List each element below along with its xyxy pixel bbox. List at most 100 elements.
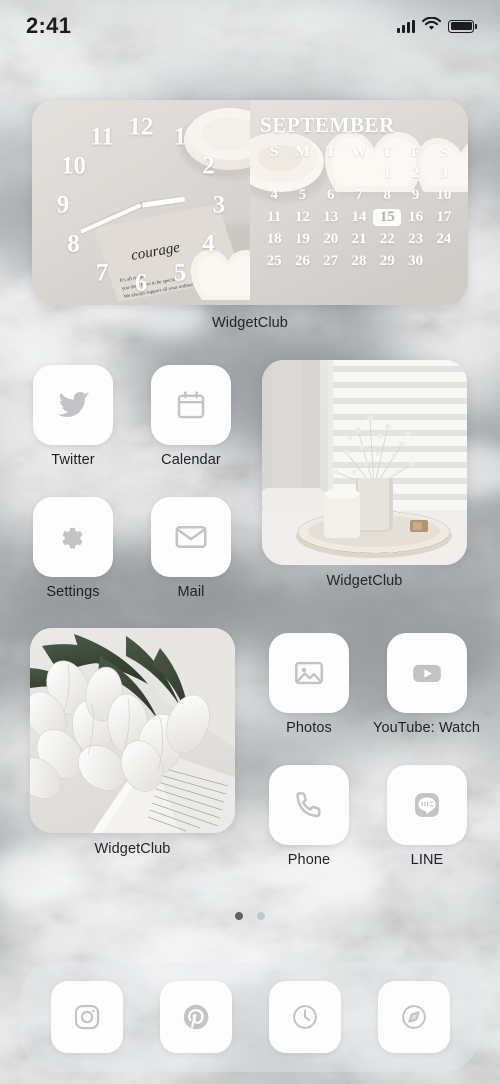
clock-numeral-10: 10 [60, 152, 86, 180]
dock-app-instagram[interactable] [50, 981, 123, 1053]
app-photos[interactable]: Photos [269, 633, 349, 736]
app-label-mail: Mail [177, 584, 205, 600]
app-tile-settings[interactable] [33, 497, 113, 577]
app-label-photos: Photos [286, 720, 332, 736]
home-screen: courage It's all right. you don't have t… [0, 0, 500, 1084]
app-label-line: LINE [410, 852, 444, 868]
phone-handset-icon [292, 788, 326, 822]
calendar-weekday: T [382, 144, 393, 160]
calendar-day: 21 [351, 231, 367, 247]
app-label-settings: Settings [46, 584, 100, 600]
dock-app-clock[interactable] [268, 981, 341, 1053]
twitter-bird-icon [54, 386, 92, 424]
page-dot-1[interactable] [235, 912, 243, 920]
battery-icon [448, 19, 477, 33]
calendar-day: 14 [351, 209, 367, 225]
widget-photo-tulips[interactable] [30, 628, 235, 833]
calendar-day: 9 [411, 187, 420, 203]
calendar-day-today: 15 [373, 209, 402, 226]
envelope-icon [173, 519, 209, 555]
calendar-day: 29 [379, 253, 395, 269]
calendar-day: 25 [266, 253, 282, 269]
calendar-weekday: W [351, 144, 367, 160]
calendar-weekday: F [410, 144, 421, 160]
gear-icon [56, 520, 90, 554]
calendar-day: 5 [298, 187, 307, 203]
calendar-day: 1 [383, 165, 392, 181]
calendar-day: 26 [294, 253, 310, 269]
calendar-day: 27 [323, 253, 339, 269]
calendar-day: 12 [294, 209, 310, 225]
clock-icon [290, 1002, 320, 1032]
app-youtube[interactable]: YouTube: Watch [373, 633, 480, 736]
app-phone[interactable]: Phone [269, 765, 349, 868]
calendar-day: 20 [323, 231, 339, 247]
clock-numeral-4: 4 [202, 230, 215, 258]
pinterest-icon [181, 1002, 211, 1032]
clock-numeral-1: 1 [173, 123, 187, 151]
app-tile-calendar[interactable] [151, 365, 231, 445]
calendar-weekday: T [325, 144, 336, 160]
clock-numeral-7: 7 [95, 259, 109, 287]
calendar-day: 24 [436, 231, 452, 247]
photos-icon [292, 656, 326, 690]
dock-app-safari[interactable] [377, 981, 450, 1053]
calendar-day: 18 [266, 231, 282, 247]
calendar-weekday: S [269, 144, 279, 160]
calendar-day: 2 [411, 165, 420, 181]
calendar-day: 4 [270, 187, 278, 203]
calendar-weekday-row: SMTWTFS [260, 144, 458, 165]
status-time: 2:41 [26, 13, 72, 38]
calendar-face: SEPTEMBER SMTWTFS ....123456789101112131… [250, 100, 468, 305]
widget-label-photo-tulips: WidgetClub [94, 841, 171, 857]
calendar-day: 13 [323, 209, 339, 225]
app-line[interactable]: LINE [387, 765, 467, 868]
calendar-day: 11 [267, 209, 282, 225]
cellular-signal-icon [397, 19, 415, 33]
clock-numeral-12: 12 [128, 113, 154, 141]
clock-numeral-9: 9 [56, 191, 70, 219]
app-label-youtube: YouTube: Watch [373, 720, 480, 736]
instagram-icon [72, 1002, 102, 1032]
widget-month-calendar[interactable]: SEPTEMBER SMTWTFS ....123456789101112131… [250, 100, 468, 305]
status-bar: 2:41 [0, 0, 500, 52]
clock-numeral-5: 5 [173, 259, 187, 287]
clock-numeral-3: 3 [212, 191, 226, 219]
dock [20, 962, 480, 1072]
widget-label-photo-flowers: WidgetClub [326, 573, 403, 589]
calendar-day-grid: ....123456789101112131415161718192021222… [260, 165, 458, 270]
line-chat-icon [410, 788, 444, 822]
youtube-icon [409, 655, 445, 691]
page-dot-2[interactable] [257, 912, 265, 920]
clock-numeral-11: 11 [90, 123, 114, 151]
app-calendar[interactable]: Calendar [151, 365, 231, 468]
app-label-twitter: Twitter [51, 452, 95, 468]
clock-numeral-8: 8 [67, 230, 80, 258]
app-tile-photos[interactable] [269, 633, 349, 713]
calendar-month-title: SEPTEMBER [260, 113, 395, 137]
calendar-day: 22 [379, 231, 395, 247]
app-settings[interactable]: Settings [33, 497, 113, 600]
calendar-day: 8 [383, 187, 392, 203]
widget-photo-flowers[interactable] [262, 360, 467, 565]
calendar-day: 19 [294, 231, 310, 247]
clock-numeral-2: 2 [202, 152, 215, 180]
app-tile-twitter[interactable] [33, 365, 113, 445]
app-tile-youtube[interactable] [387, 633, 467, 713]
widget-clock-calendar[interactable]: courage It's all right. you don't have t… [32, 100, 468, 305]
dock-app-pinterest[interactable] [159, 981, 232, 1053]
status-icon-group [397, 16, 477, 36]
widget-analog-clock[interactable]: courage It's all right. you don't have t… [32, 100, 250, 305]
app-tile-phone[interactable] [269, 765, 349, 845]
calendar-day: 10 [436, 187, 452, 203]
calendar-weekday: M [295, 144, 310, 160]
app-twitter[interactable]: Twitter [33, 365, 113, 468]
app-tile-line[interactable] [387, 765, 467, 845]
app-mail[interactable]: Mail [151, 497, 231, 600]
app-label-calendar: Calendar [161, 452, 221, 468]
calendar-day: 16 [408, 209, 424, 225]
page-indicator[interactable] [0, 912, 500, 920]
calendar-icon [174, 388, 208, 422]
app-tile-mail[interactable] [151, 497, 231, 577]
wifi-icon [421, 16, 442, 36]
